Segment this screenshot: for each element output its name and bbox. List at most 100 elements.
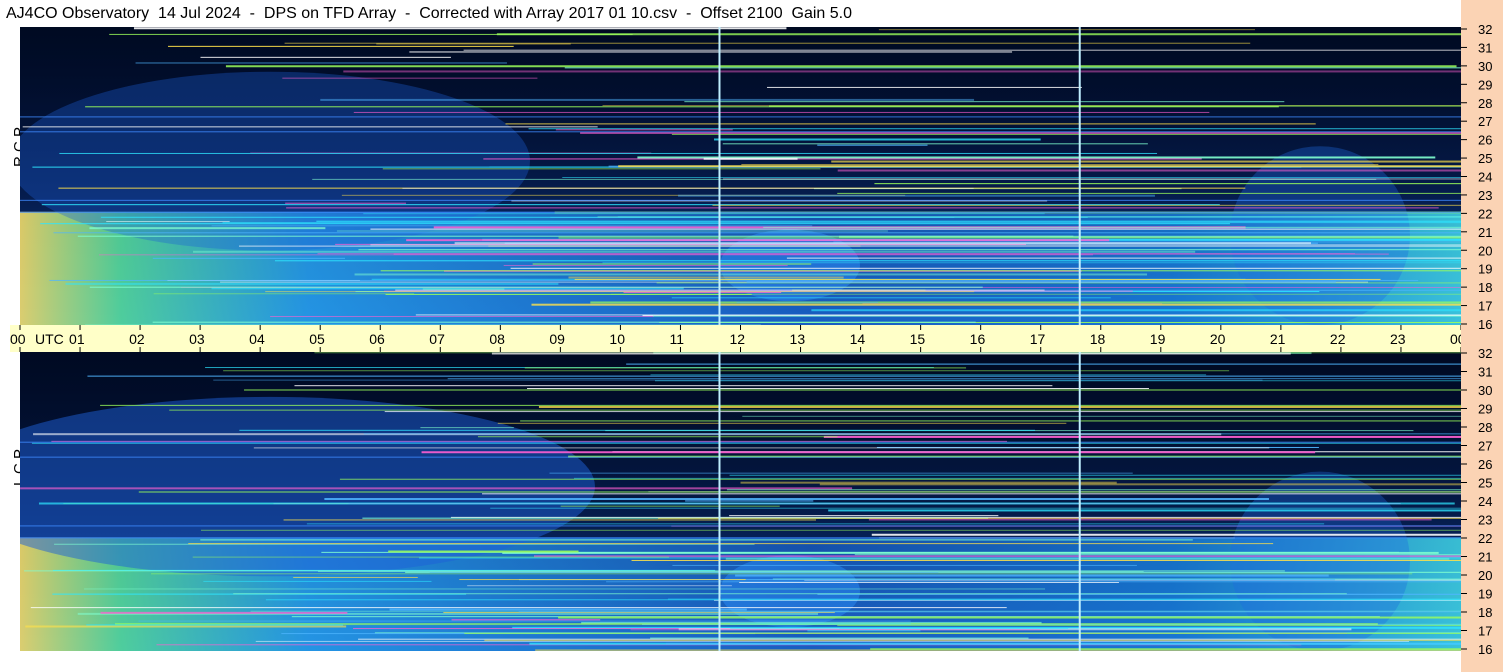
x-tick-label: 13 [790, 331, 806, 347]
y-tick-label: 21 [1478, 225, 1492, 240]
interference-line [652, 315, 1461, 317]
interference-line [837, 192, 1461, 194]
y-tick-label: 31 [1478, 40, 1492, 55]
interference-line [562, 177, 1461, 179]
y-tick-label: 16 [1478, 317, 1492, 332]
carrier-line [20, 441, 1461, 443]
interference-line [343, 70, 1461, 73]
interference-line [358, 638, 1461, 640]
interference-line [59, 152, 1158, 154]
interference-line [729, 515, 999, 517]
interference-line [854, 554, 1461, 556]
interference-line [320, 98, 975, 101]
y-tick-label: 26 [1478, 457, 1492, 472]
interference-line [316, 220, 1461, 222]
interference-line [339, 478, 1461, 480]
x-tick-label: 11 [669, 331, 684, 347]
interference-line [421, 451, 1316, 454]
y-tick-label: 28 [1478, 420, 1492, 435]
interference-line [878, 29, 1255, 31]
interference-line [714, 138, 1041, 141]
interference-line [169, 409, 1461, 411]
interference-line [382, 168, 821, 170]
interference-line [723, 178, 1461, 180]
x-tick-label: 09 [549, 331, 565, 347]
y-tick-label: 27 [1478, 439, 1492, 454]
interference-line [223, 370, 1230, 372]
interference-line [811, 309, 1461, 312]
interference-line [610, 293, 1461, 295]
interference-line [459, 579, 746, 581]
interference-line [729, 474, 1461, 476]
interference-line [393, 253, 1389, 255]
x-tick-label: 16 [970, 331, 986, 347]
y-tick-label: 21 [1478, 550, 1492, 565]
interference-line [86, 624, 343, 626]
interference-line [286, 207, 1439, 209]
interference-line [819, 483, 1461, 486]
utc-marker-line [1078, 352, 1081, 651]
interference-line [467, 585, 732, 587]
spectrogram-lcp [20, 352, 1461, 651]
interference-line [626, 363, 1461, 365]
x-tick-label: 15 [910, 331, 926, 347]
x-tick-label: 05 [309, 331, 325, 347]
y-tick-label: 17 [1478, 624, 1492, 639]
y-tick-label: 30 [1478, 383, 1492, 398]
interference-line [324, 498, 1269, 501]
interference-line [831, 160, 1461, 163]
interference-line [222, 222, 1461, 224]
interference-line [828, 509, 1461, 512]
interference-line [726, 489, 1461, 491]
interference-line [839, 627, 1069, 629]
interference-line [837, 624, 1461, 626]
interference-line [89, 227, 326, 230]
interference-line [77, 235, 1074, 237]
x-tick-label: 19 [1150, 331, 1166, 347]
x-tick-label: 07 [429, 331, 445, 347]
interference-line [306, 523, 1325, 525]
interference-line [138, 491, 1461, 493]
interference-line [65, 282, 559, 285]
interference-line [388, 550, 579, 553]
interference-line [490, 507, 1461, 509]
interference-line [817, 144, 928, 146]
interference-line [671, 133, 1461, 135]
interference-line [703, 157, 798, 160]
interference-line [168, 45, 514, 47]
interference-line [244, 389, 1461, 391]
interference-line [684, 101, 1285, 103]
carrier-line [20, 525, 1461, 527]
interference-line [153, 293, 415, 295]
interference-line [642, 623, 1461, 625]
x-tick-label: 10 [609, 331, 625, 347]
y-tick-label: 23 [1478, 513, 1492, 528]
interference-line [293, 576, 418, 578]
interference-line [22, 126, 598, 128]
x-tick-label: 14 [850, 331, 866, 347]
emission-region [1230, 146, 1410, 325]
interference-line [233, 593, 1347, 595]
interference-line [225, 65, 1457, 68]
x-tick-label: 04 [249, 331, 265, 347]
interference-line [370, 228, 1461, 230]
interference-line [482, 493, 1461, 495]
interference-line [49, 279, 1419, 281]
y-tick-label: 25 [1478, 476, 1492, 491]
interference-line [265, 599, 1461, 601]
interference-line [89, 286, 983, 288]
interference-line [193, 250, 1196, 253]
interference-line [363, 433, 1461, 435]
interference-line [746, 280, 1336, 283]
interference-line [823, 435, 1461, 438]
chart-title: AJ4CO Observatory 14 Jul 2024 - DPS on T… [0, 0, 1461, 27]
interference-line [807, 630, 921, 632]
interference-line [533, 555, 1461, 558]
interference-line [564, 67, 1461, 69]
y-tick-label: 31 [1478, 365, 1492, 380]
interference-line [870, 648, 1461, 651]
interference-line [418, 557, 1461, 559]
interference-line [270, 316, 654, 318]
interference-line [558, 236, 1461, 239]
y-tick-label: 29 [1478, 402, 1492, 417]
